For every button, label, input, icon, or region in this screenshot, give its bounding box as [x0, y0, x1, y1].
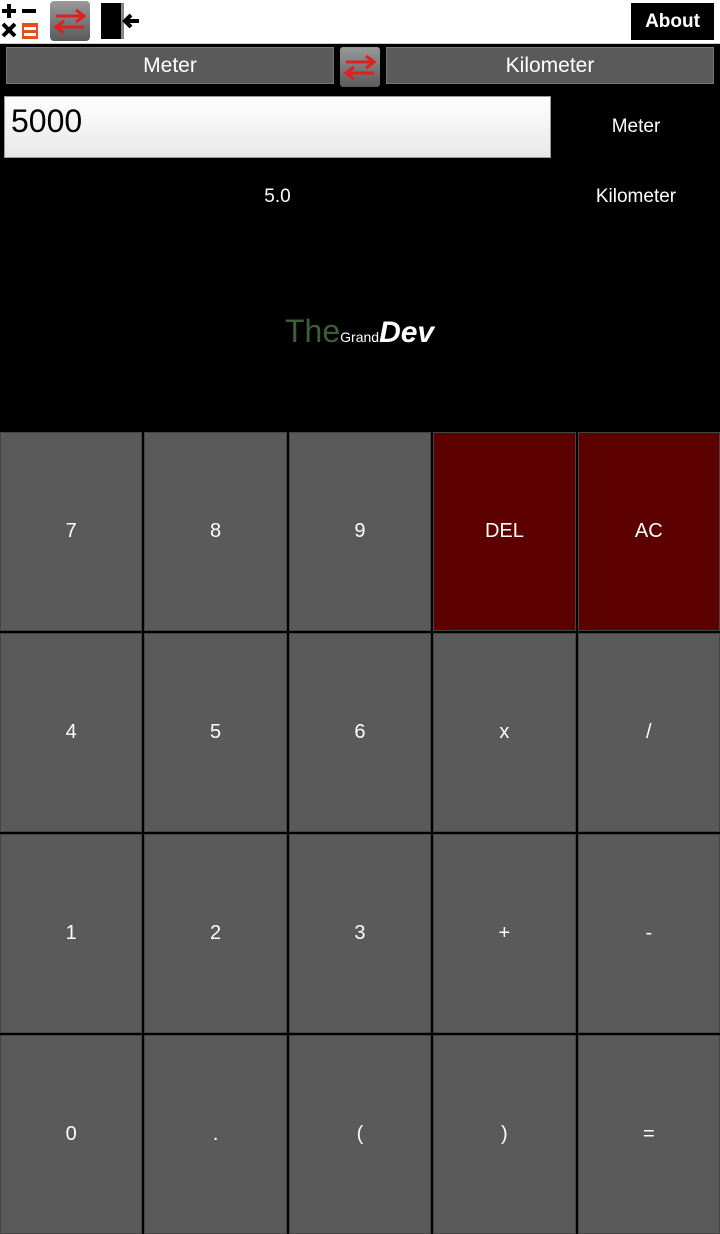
calculator-icon[interactable] [0, 1, 40, 41]
value-input[interactable]: 5000 [4, 96, 551, 158]
brand-logo: TheGrandDev [285, 313, 434, 350]
key-1[interactable]: 1 [0, 834, 143, 1033]
key-close-paren[interactable]: ) [433, 1035, 576, 1234]
brand-dev: Dev [379, 316, 435, 349]
key-divide[interactable]: / [577, 633, 720, 832]
key-5[interactable]: 5 [144, 633, 287, 832]
conversion-result: 5.0 [264, 186, 291, 207]
keypad: 7 8 9 DEL AC 4 5 6 x / 1 2 3 + - 0 . ( )… [0, 432, 720, 1234]
brand-grand: Grand [340, 329, 380, 345]
swap-icon[interactable] [50, 1, 90, 41]
to-unit-selector[interactable]: Kilometer [386, 47, 714, 84]
from-unit-label: Meter [611, 116, 661, 137]
brand-the: The [285, 313, 341, 349]
to-unit-label: Kilometer [595, 186, 677, 207]
key-2[interactable]: 2 [144, 834, 287, 1033]
key-0[interactable]: 0 [0, 1035, 143, 1234]
key-9[interactable]: 9 [288, 432, 432, 631]
about-button[interactable]: About [631, 3, 714, 40]
key-minus[interactable]: - [577, 834, 720, 1033]
key-ac[interactable]: AC [577, 432, 720, 631]
exit-icon[interactable] [99, 1, 139, 41]
swap-arrows-icon [343, 54, 377, 81]
from-unit-selector[interactable]: Meter [6, 47, 334, 84]
key-decimal[interactable]: . [144, 1035, 287, 1234]
key-6[interactable]: 6 [288, 633, 432, 832]
swap-units-button[interactable] [340, 47, 380, 87]
key-open-paren[interactable]: ( [288, 1035, 432, 1234]
key-3[interactable]: 3 [288, 834, 432, 1033]
key-multiply[interactable]: x [433, 633, 576, 832]
key-del[interactable]: DEL [433, 432, 576, 631]
key-equals[interactable]: = [577, 1035, 720, 1234]
key-7[interactable]: 7 [0, 432, 143, 631]
top-toolbar: About [0, 0, 720, 44]
key-8[interactable]: 8 [144, 432, 287, 631]
key-plus[interactable]: + [433, 834, 576, 1033]
key-4[interactable]: 4 [0, 633, 143, 832]
